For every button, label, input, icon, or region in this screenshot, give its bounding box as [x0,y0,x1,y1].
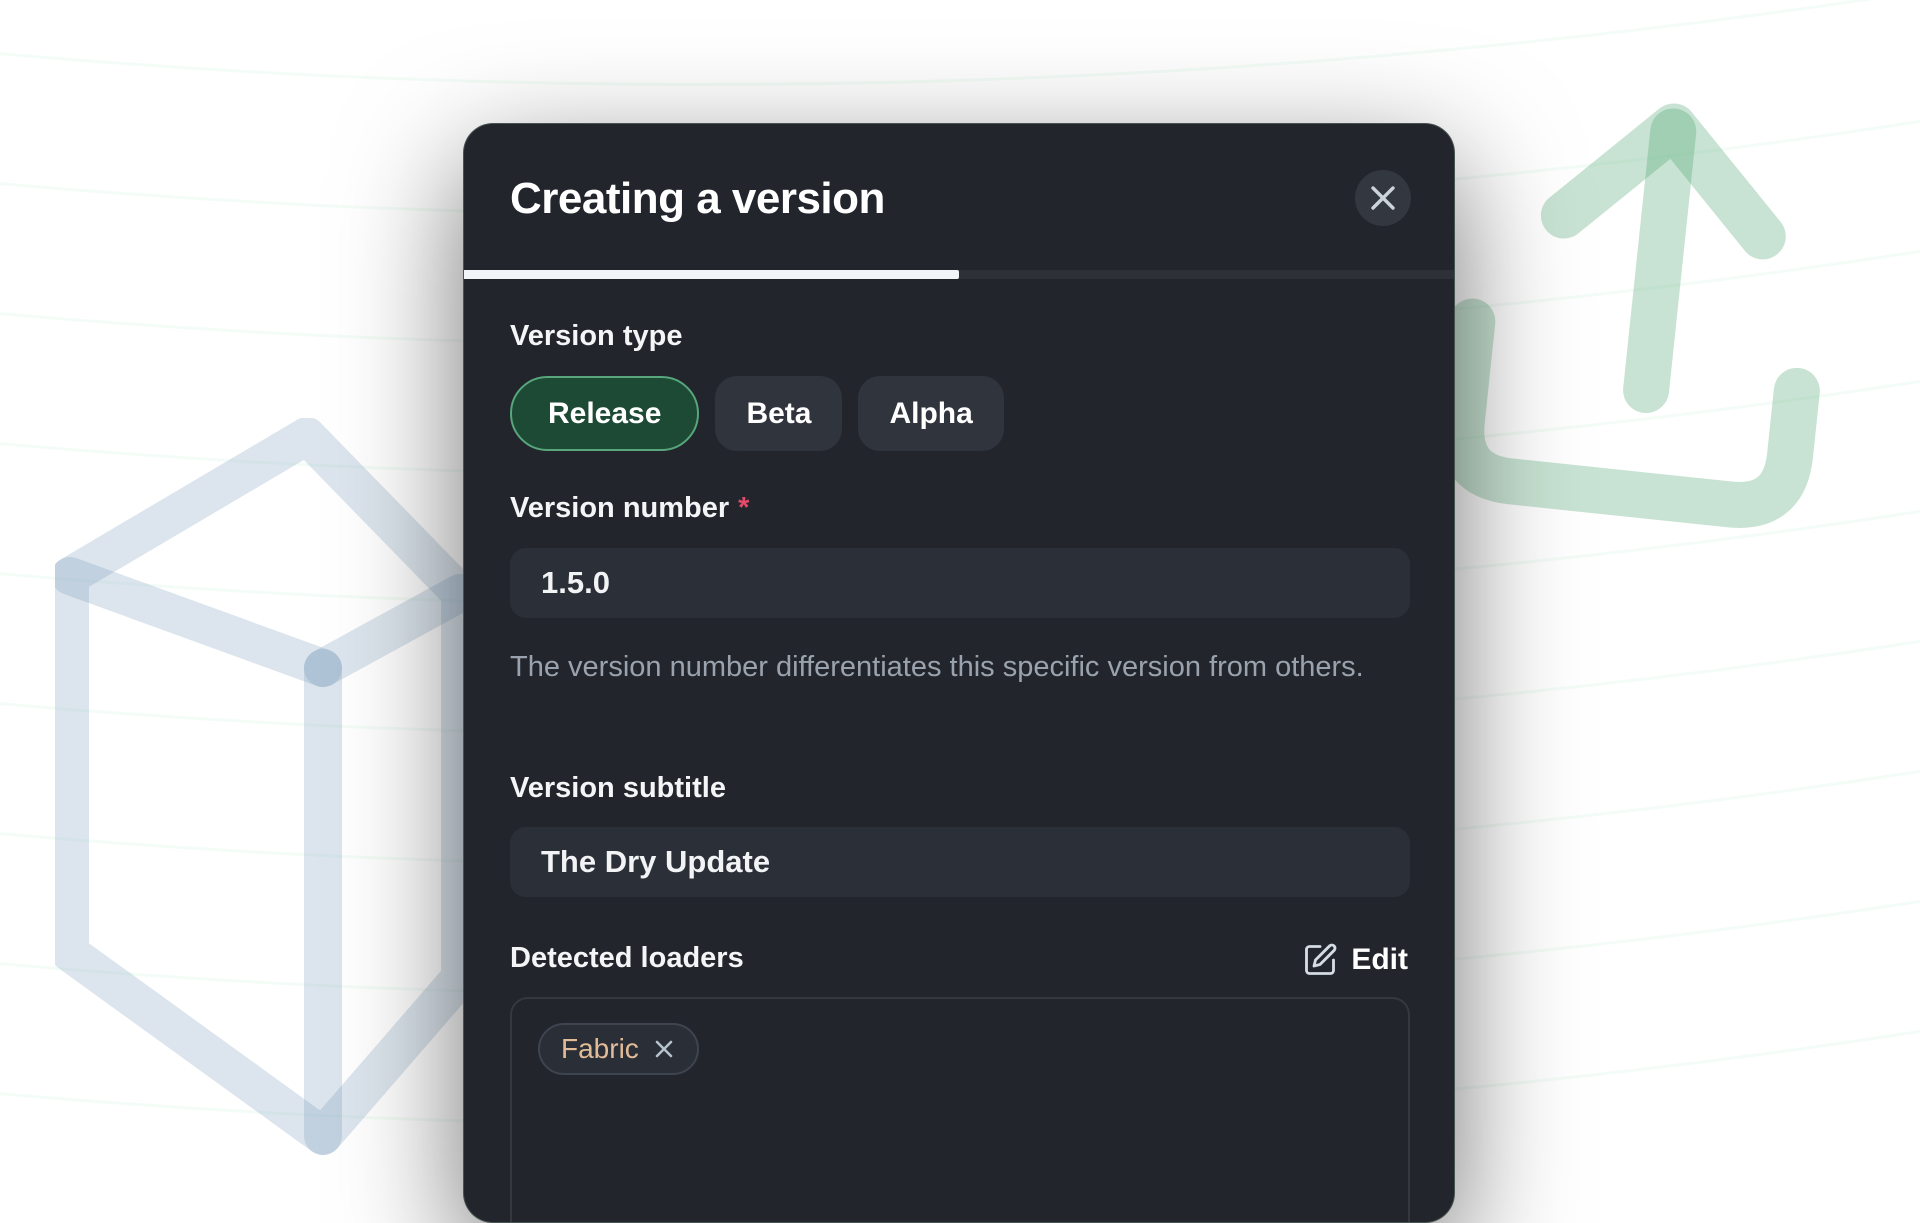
create-version-modal: Creating a version Version type Release … [463,123,1455,1223]
detected-loaders-label: Detected loaders [510,942,744,975]
version-subtitle-label: Version subtitle [510,772,726,805]
version-subtitle-input[interactable] [510,827,1410,897]
edit-label: Edit [1351,943,1408,977]
loader-chip-label: Fabric [561,1033,639,1065]
modal-title: Creating a version [510,174,885,224]
version-type-options: Release Beta Alpha [510,376,1004,451]
square-pen-icon [1302,942,1338,978]
close-icon [1369,184,1397,212]
progress-bar [464,270,1454,279]
detected-loaders-box: Fabric [510,997,1410,1223]
version-type-beta-button[interactable]: Beta [715,376,842,451]
version-number-input[interactable] [510,548,1410,618]
background-contour-line [0,0,1920,86]
version-type-label: Version type [510,320,682,353]
version-type-release-button[interactable]: Release [510,376,699,451]
cube-icon [55,418,475,1178]
x-icon [652,1037,676,1061]
chip-remove-button[interactable] [652,1037,676,1061]
version-type-alpha-button[interactable]: Alpha [858,376,1003,451]
progress-fill [464,270,959,279]
version-number-label: Version number* [510,492,749,525]
close-button[interactable] [1355,170,1411,226]
version-number-helper-text: The version number differentiates this s… [510,645,1365,690]
required-marker: * [738,492,749,524]
edit-loaders-button[interactable]: Edit [1302,936,1408,984]
upload-arrow-icon [1428,65,1872,544]
loader-chip-fabric[interactable]: Fabric [538,1023,699,1075]
